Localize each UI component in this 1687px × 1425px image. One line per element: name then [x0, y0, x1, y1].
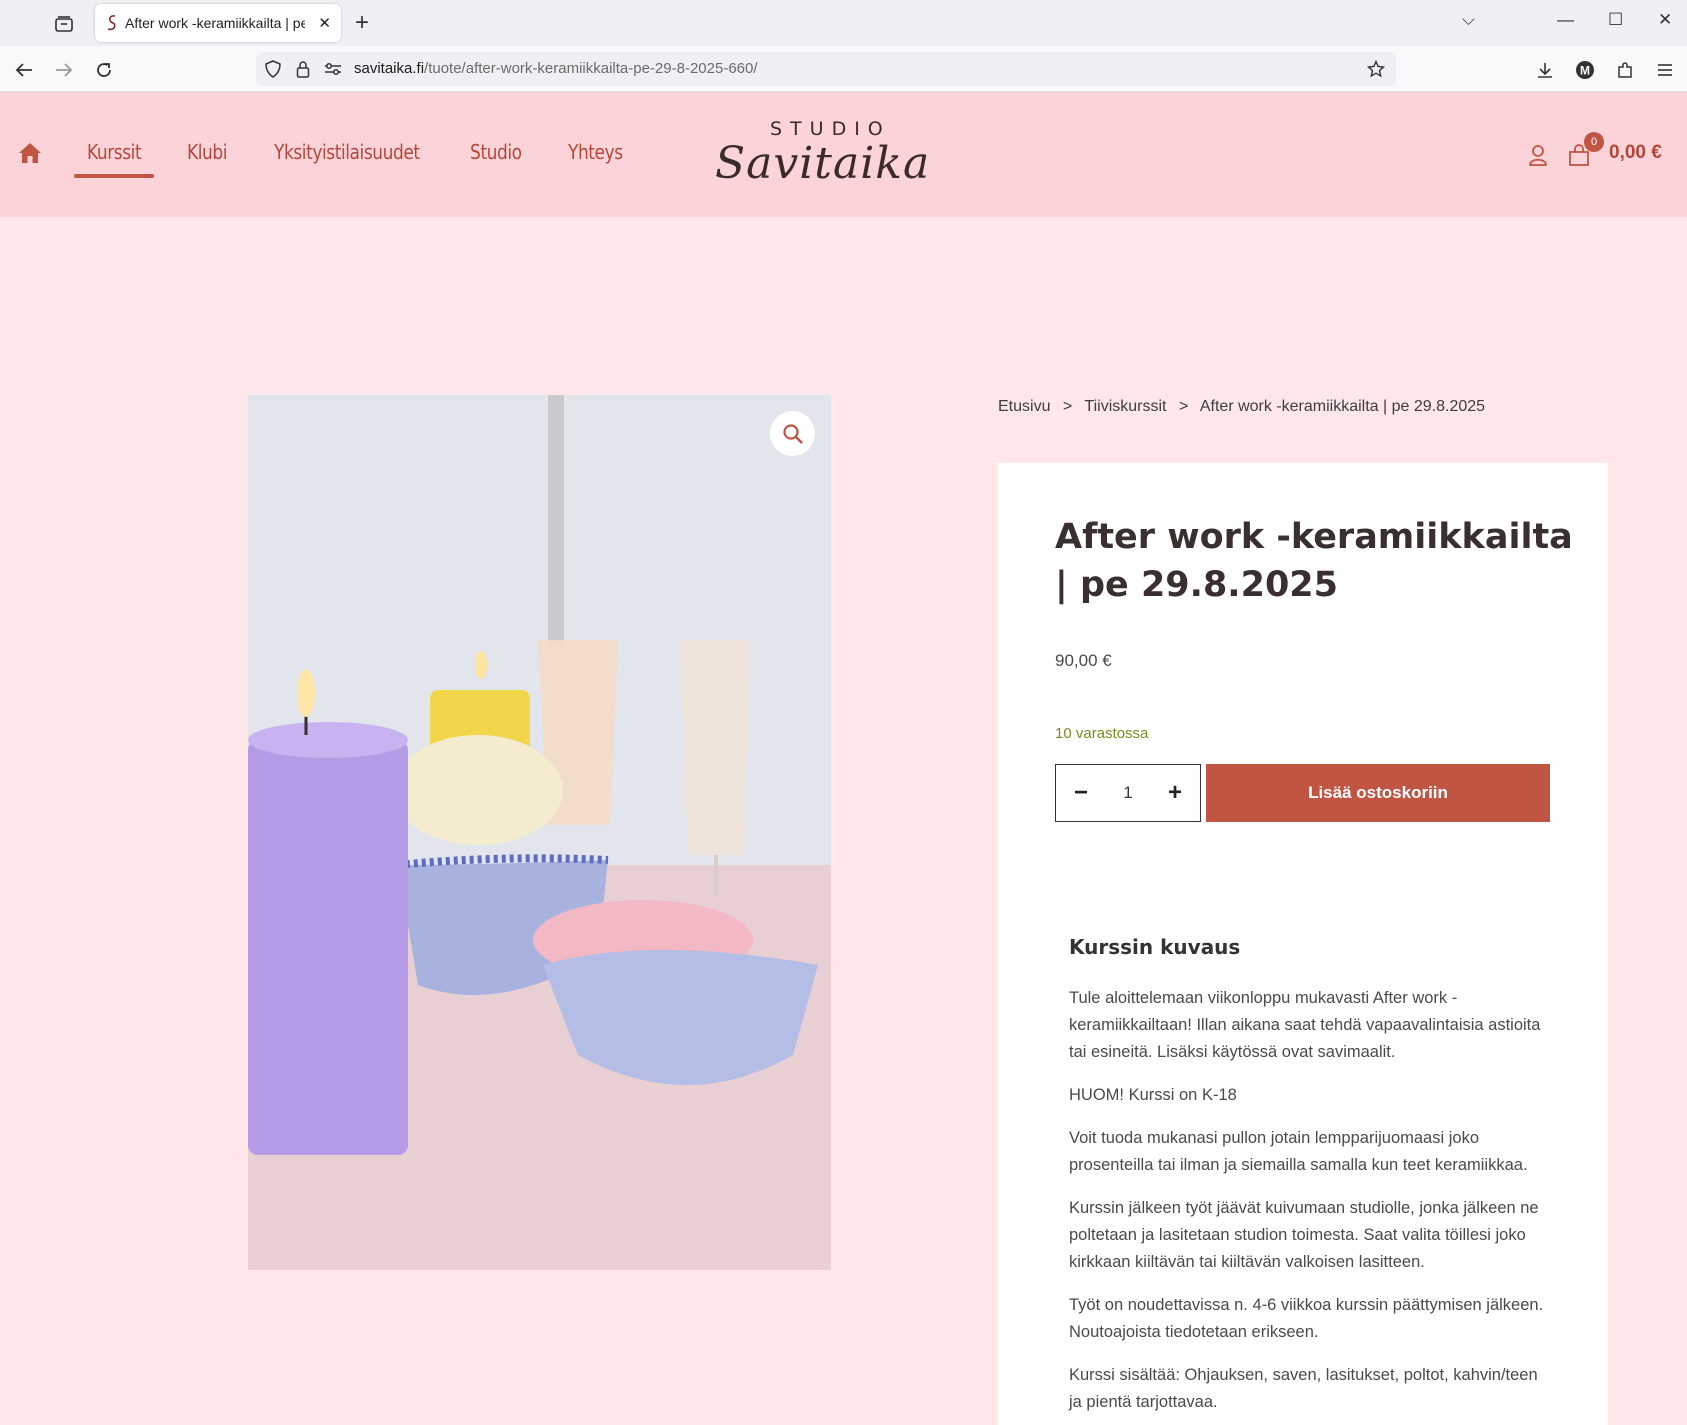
description-paragraph: HUOM! Kurssi on K-18: [1069, 1086, 1237, 1104]
breadcrumb-category-link[interactable]: Tiiviskurssit: [1084, 398, 1166, 415]
user-icon[interactable]: [1528, 144, 1550, 166]
cart-total[interactable]: 0,00 €: [1609, 142, 1662, 164]
shield-icon[interactable]: [264, 60, 282, 78]
tab-overflow-chevron-icon[interactable]: ⌵: [1462, 10, 1475, 30]
url-path: /tuote/after-work-keramiikkailta-pe-29-8…: [424, 60, 758, 77]
browser-tab-bar: After work -keramiikkailta | pe 29.8.202…: [0, 0, 1687, 46]
download-icon[interactable]: [1533, 58, 1557, 82]
browser-nav-bar: savitaika.fi/tuote/after-work-keramiikka…: [0, 46, 1687, 92]
maximize-icon[interactable]: ☐: [1608, 10, 1623, 30]
description-body: Tule aloittelemaan viikonloppu mukavasti…: [1069, 985, 1549, 1425]
site-favicon-icon: [107, 15, 116, 31]
add-to-cart-button[interactable]: Lisää ostoskoriin: [1206, 764, 1550, 822]
breadcrumb-current: After work -keramiikkailta | pe 29.8.202…: [1199, 398, 1486, 415]
product-price: 90,00 €: [1055, 651, 1112, 670]
address-bar[interactable]: savitaika.fi/tuote/after-work-keramiikka…: [256, 52, 1396, 86]
tab-title: After work -keramiikkailta | pe 29.8.202…: [125, 15, 305, 31]
product-summary-card: After work -keramiikkailta | pe 29.8.202…: [998, 463, 1608, 1425]
description-paragraph: Tule aloittelemaan viikonloppu mukavasti…: [1069, 989, 1541, 1061]
minimize-icon[interactable]: —: [1557, 10, 1574, 30]
quantity-input[interactable]: 1: [1123, 783, 1132, 803]
stock-status: 10 varastossa: [1055, 725, 1149, 742]
menu-icon[interactable]: [1653, 58, 1677, 82]
quantity-increase-button[interactable]: +: [1164, 779, 1186, 807]
menu-item-yhteys[interactable]: Yhteys: [568, 140, 623, 164]
description-paragraph: Voit tuoda mukanasi pullon jotain lemppa…: [1069, 1129, 1528, 1174]
quantity-stepper: − 1 +: [1055, 764, 1201, 822]
tab-list-icon[interactable]: [50, 10, 78, 38]
description-paragraph: Työt on noudettavissa n. 4-6 viikkoa kur…: [1069, 1296, 1544, 1341]
reload-icon[interactable]: [92, 58, 116, 82]
svg-text:M: M: [1580, 64, 1590, 78]
description-paragraph: Kurssin jälkeen työt jäävät kuivumaan st…: [1069, 1199, 1539, 1271]
window-close-icon[interactable]: ✕: [1658, 10, 1672, 30]
site-header: Kurssit Klubi Yksityistilaisuudet Studio…: [0, 92, 1687, 217]
menu-item-studio[interactable]: Studio: [470, 140, 522, 164]
new-tab-button[interactable]: +: [355, 9, 369, 37]
site-logo[interactable]: STUDIO Savitaika: [715, 118, 975, 189]
product-photo-illustration: [248, 395, 831, 1270]
description-paragraph: Kurssi sisältää: Ohjauksen, saven, lasit…: [1069, 1366, 1538, 1411]
breadcrumb-separator: >: [1062, 398, 1073, 415]
menu-item-kurssit[interactable]: Kurssit: [87, 140, 142, 164]
lock-icon[interactable]: [294, 60, 312, 78]
cart-count-badge: 0: [1584, 132, 1604, 152]
extensions-icon[interactable]: [1613, 58, 1637, 82]
breadcrumb-separator: >: [1178, 398, 1189, 415]
logo-script-text: Savitaika: [715, 138, 931, 189]
account-icon[interactable]: M: [1573, 58, 1597, 82]
active-menu-underline: [74, 174, 154, 178]
home-icon[interactable]: [18, 142, 44, 166]
url-text[interactable]: savitaika.fi/tuote/after-work-keramiikka…: [354, 60, 758, 77]
product-image[interactable]: [248, 395, 831, 1270]
forward-icon[interactable]: [52, 58, 76, 82]
breadcrumb: Etusivu > Tiiviskurssit > After work -ke…: [998, 398, 1493, 416]
bookmark-star-icon[interactable]: [1367, 60, 1385, 78]
quantity-decrease-button[interactable]: −: [1070, 779, 1092, 807]
zoom-icon: [782, 423, 803, 444]
logo-studio-text: STUDIO: [770, 118, 891, 140]
permissions-icon[interactable]: [324, 60, 342, 78]
back-icon[interactable]: [12, 58, 36, 82]
description-heading: Kurssin kuvaus: [1069, 935, 1241, 959]
browser-tab[interactable]: After work -keramiikkailta | pe 29.8.202…: [95, 4, 341, 42]
menu-item-yksityistilaisuudet[interactable]: Yksityistilaisuudet: [274, 140, 420, 164]
tab-close-icon[interactable]: ✕: [318, 14, 331, 32]
menu-item-klubi[interactable]: Klubi: [187, 140, 227, 164]
zoom-button[interactable]: [770, 411, 815, 456]
breadcrumb-home-link[interactable]: Etusivu: [998, 398, 1050, 415]
product-title: After work -keramiikkailta | pe 29.8.202…: [1055, 517, 1573, 605]
url-host: savitaika.fi: [354, 60, 425, 77]
